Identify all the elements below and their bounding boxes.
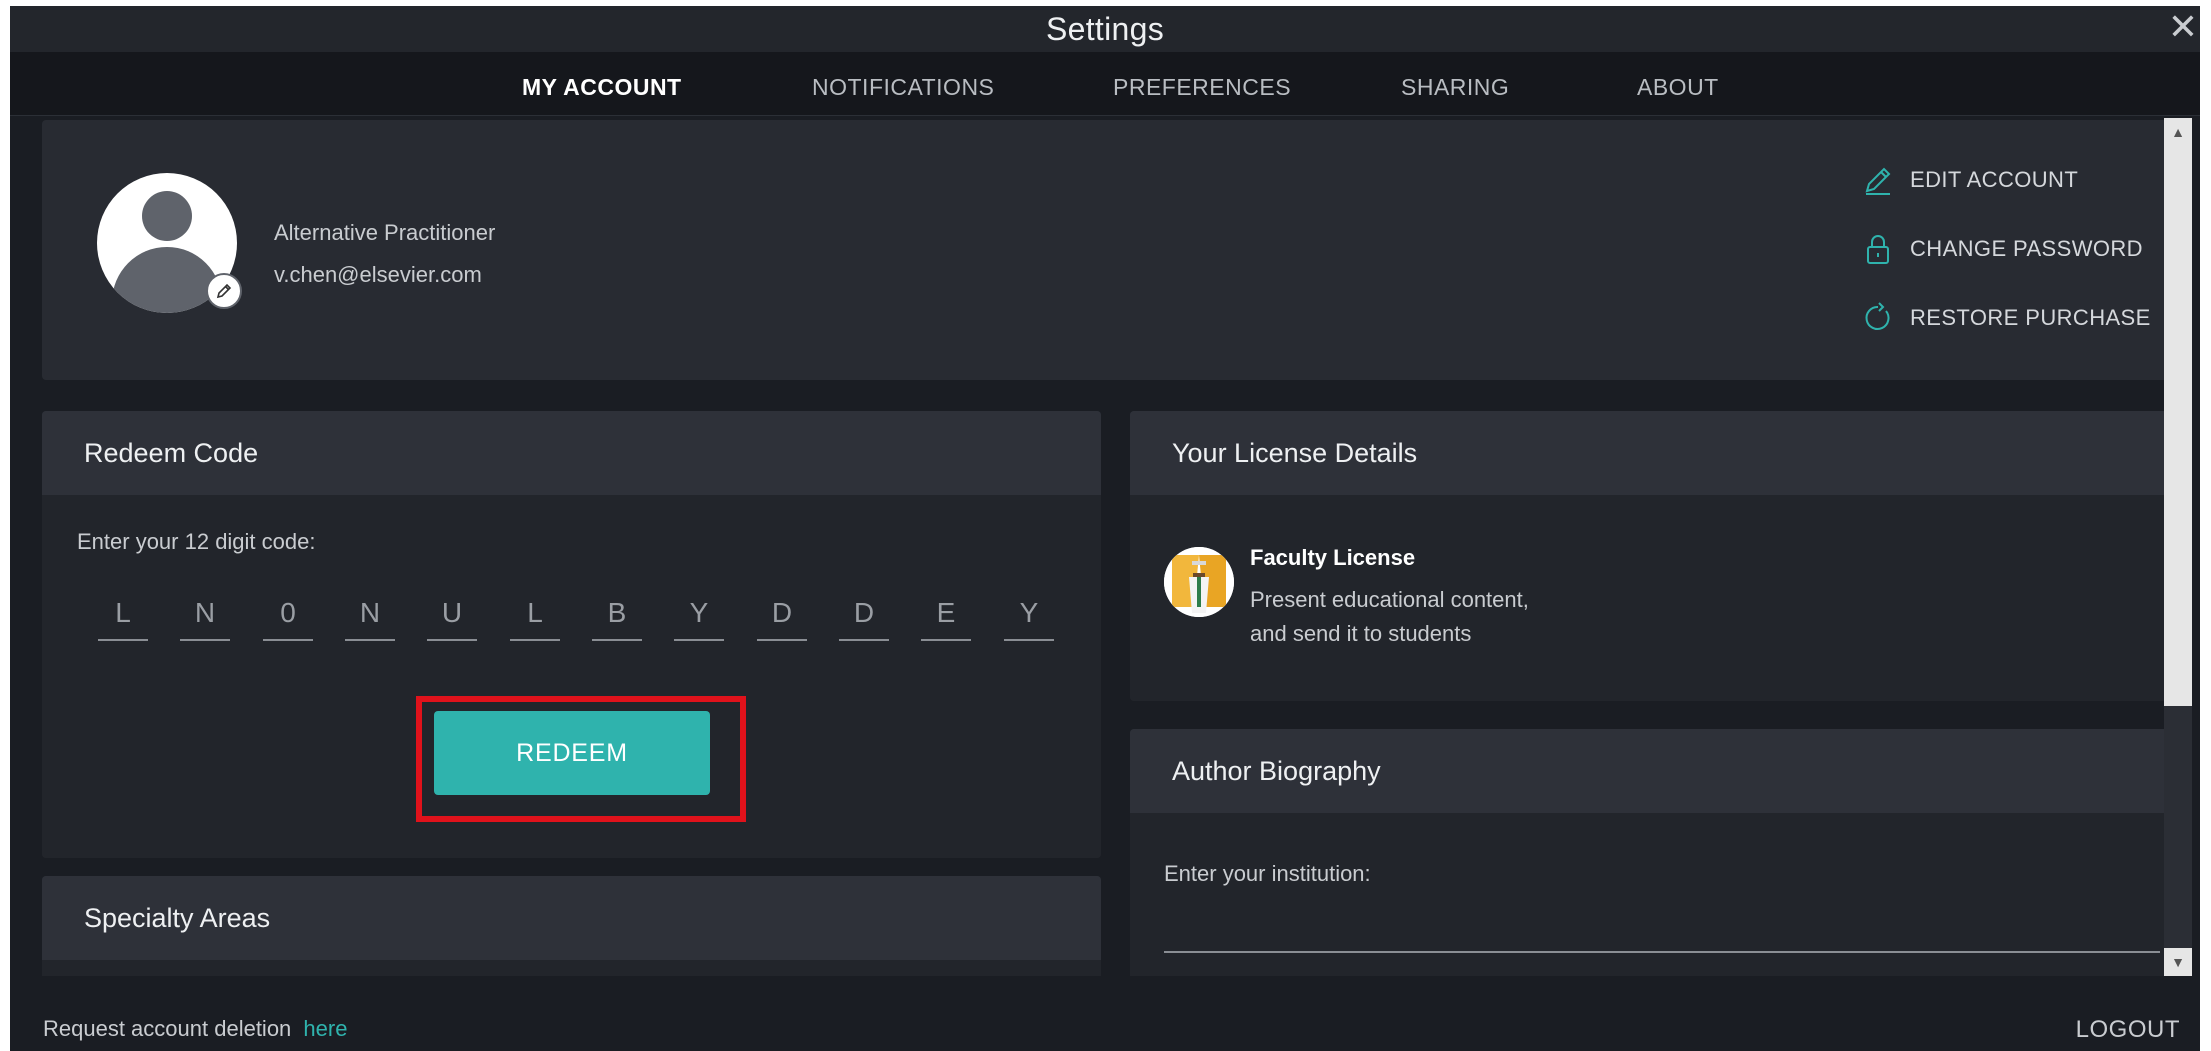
code-digit[interactable]: L xyxy=(98,593,148,641)
edit-account-button[interactable]: EDIT ACCOUNT xyxy=(1862,160,2078,200)
code-digit[interactable]: N xyxy=(345,593,395,641)
author-biography-body: Enter your institution: xyxy=(1130,813,2170,977)
title-bar: Settings ✕ xyxy=(10,6,2200,52)
restore-purchase-button[interactable]: RESTORE PURCHASE xyxy=(1862,298,2151,338)
code-digit[interactable]: D xyxy=(839,593,889,641)
tab-preferences[interactable]: PREFERENCES xyxy=(1113,52,1291,116)
specialty-areas-body xyxy=(42,960,1101,977)
institution-input[interactable] xyxy=(1164,909,2160,953)
change-password-button[interactable]: CHANGE PASSWORD xyxy=(1862,229,2143,269)
tab-about[interactable]: ABOUT xyxy=(1637,52,1719,116)
edit-account-label: EDIT ACCOUNT xyxy=(1910,167,2079,192)
avatar-edit-icon[interactable] xyxy=(206,273,242,309)
institution-label: Enter your institution: xyxy=(1164,861,1371,886)
tab-notifications[interactable]: NOTIFICATIONS xyxy=(812,52,994,116)
redeem-code-card: Redeem Code Enter your 12 digit code: L … xyxy=(42,411,1101,858)
pencil-icon xyxy=(1865,167,1891,195)
redeem-button[interactable]: REDEEM xyxy=(434,711,710,795)
account-deletion-text: Request account deletion here xyxy=(43,1016,347,1042)
license-description-line: Present educational content, xyxy=(1250,587,1529,612)
account-deletion-label: Request account deletion xyxy=(43,1016,292,1041)
logout-button[interactable]: LOGOUT xyxy=(2076,1016,2180,1044)
close-icon[interactable]: ✕ xyxy=(2164,8,2200,46)
lock-icon xyxy=(1867,235,1889,264)
tab-my-account[interactable]: MY ACCOUNT xyxy=(522,52,682,116)
code-digit[interactable]: Y xyxy=(1004,593,1054,641)
faculty-license-icon xyxy=(1164,547,1234,617)
redeem-code-body: Enter your 12 digit code: L N 0 N U L B … xyxy=(42,495,1101,858)
change-password-label: CHANGE PASSWORD xyxy=(1910,236,2143,261)
license-description: Present educational content, and send it… xyxy=(1250,583,1670,651)
specialty-areas-card: Specialty Areas xyxy=(42,876,1101,977)
code-digit[interactable]: Y xyxy=(674,593,724,641)
tab-bar: MY ACCOUNT NOTIFICATIONS PREFERENCES SHA… xyxy=(10,52,2200,116)
restore-purchase-label: RESTORE PURCHASE xyxy=(1910,305,2151,330)
license-name: Faculty License xyxy=(1250,545,1416,570)
scroll-up-icon[interactable]: ▲ xyxy=(2164,118,2192,146)
scrollbar[interactable]: ▲ ▼ xyxy=(2164,118,2192,976)
code-digit[interactable]: U xyxy=(427,593,477,641)
footer: Request account deletion here LOGOUT xyxy=(10,976,2200,1051)
settings-content: Alternative Practitioner v.chen@elsevier… xyxy=(10,117,2170,977)
profile-email: v.chen@elsevier.com xyxy=(274,262,482,287)
profile-card: Alternative Practitioner v.chen@elsevier… xyxy=(42,120,2170,380)
refresh-icon xyxy=(1865,302,1890,330)
author-biography-title: Author Biography xyxy=(1130,729,2170,813)
settings-window: Settings ✕ MY ACCOUNT NOTIFICATIONS PREF… xyxy=(10,6,2200,1051)
code-digit[interactable]: E xyxy=(921,593,971,641)
account-deletion-link[interactable]: here xyxy=(303,1016,347,1041)
profile-role: Alternative Practitioner xyxy=(274,220,496,245)
redeem-code-title: Redeem Code xyxy=(42,411,1101,495)
code-label: Enter your 12 digit code: xyxy=(77,529,316,554)
code-digit[interactable]: 0 xyxy=(263,593,313,641)
specialty-areas-title: Specialty Areas xyxy=(42,876,1101,960)
scroll-thumb[interactable] xyxy=(2164,146,2192,706)
code-digit[interactable]: L xyxy=(510,593,560,641)
scroll-down-icon[interactable]: ▼ xyxy=(2164,948,2192,976)
avatar-head xyxy=(142,191,192,241)
license-description-line: and send it to students xyxy=(1250,621,1472,646)
license-details-card: Your License Details Faculty License Pre… xyxy=(1130,411,2170,701)
window-title: Settings xyxy=(1045,10,1165,47)
tab-sharing[interactable]: SHARING xyxy=(1401,52,1509,116)
avatar-body xyxy=(112,247,222,313)
code-digit[interactable]: N xyxy=(180,593,230,641)
code-digit[interactable]: B xyxy=(592,593,642,641)
license-details-body: Faculty License Present educational cont… xyxy=(1130,495,2170,701)
code-digit[interactable]: D xyxy=(757,593,807,641)
license-details-title: Your License Details xyxy=(1130,411,2170,495)
author-biography-card: Author Biography Enter your institution: xyxy=(1130,729,2170,977)
